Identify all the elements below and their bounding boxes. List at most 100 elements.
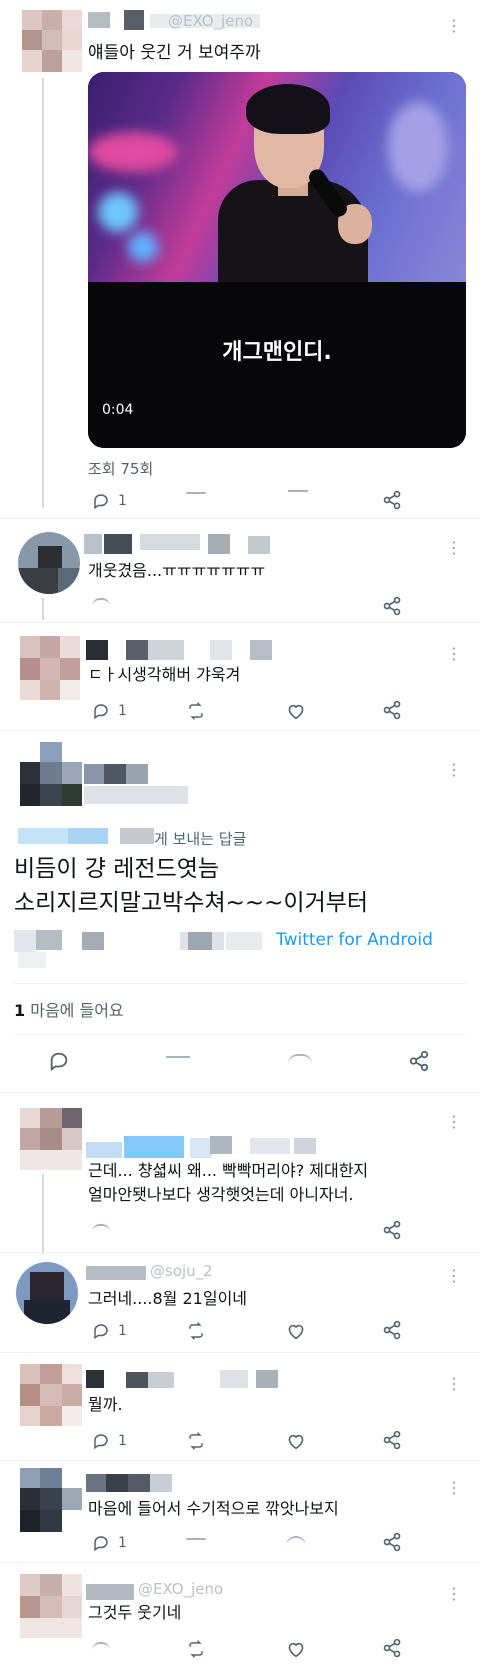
share-button[interactable] (382, 596, 402, 620)
tweet-text-line2: 소리지르지말고박수쳐~~~이거부터 (14, 890, 369, 916)
share-button[interactable] (382, 490, 402, 514)
reply-icon (94, 1434, 108, 1450)
like-button[interactable] (286, 1322, 306, 1344)
likes-summary[interactable]: 1 마음에 들어요 (14, 997, 124, 1021)
share-button[interactable] (382, 1532, 402, 1556)
reply-icon (94, 1324, 108, 1340)
share-icon (383, 596, 401, 616)
reply-button[interactable]: 1 (92, 702, 127, 720)
retweet-icon (189, 1432, 203, 1450)
share-button[interactable] (408, 1050, 430, 1076)
thread-line (42, 78, 44, 508)
reply-count: 1 (118, 493, 127, 509)
more-dots-icon[interactable]: ⋮ (446, 646, 462, 662)
avatar[interactable] (20, 636, 80, 700)
avatar[interactable] (20, 1574, 82, 1638)
share-icon (383, 490, 401, 510)
avatar[interactable] (20, 1108, 82, 1170)
retweet-icon (189, 1640, 203, 1658)
more-dots-icon[interactable]: ⋮ (446, 1114, 462, 1130)
more-dots-icon[interactable]: ⋮ (446, 1268, 462, 1284)
more-dots-icon[interactable]: ⋮ (446, 762, 462, 778)
more-dots-icon[interactable]: ⋮ (446, 18, 462, 34)
likes-count: 1 (14, 1001, 26, 1020)
more-dots-icon[interactable]: ⋮ (446, 1376, 462, 1392)
thread-line (42, 598, 44, 620)
tweet-text: 마음에 들어서 수기적으로 깎앗나보지 (88, 1499, 339, 1518)
like-button[interactable] (286, 1640, 306, 1662)
like-button[interactable] (286, 1536, 306, 1546)
like-button[interactable] (286, 702, 306, 724)
reply-button[interactable]: 1 (92, 1322, 127, 1340)
retweet-button[interactable] (186, 1432, 206, 1454)
reply-icon (94, 494, 108, 510)
like-button[interactable] (288, 1054, 312, 1064)
heart-icon (288, 1434, 304, 1450)
avatar[interactable] (18, 532, 80, 594)
divider (0, 1252, 480, 1253)
more-dots-icon[interactable]: ⋮ (446, 1586, 462, 1602)
divider (0, 1352, 480, 1353)
share-button[interactable] (382, 1430, 402, 1454)
share-icon (409, 1050, 429, 1072)
reply-icon[interactable] (92, 1642, 110, 1650)
reply-icon[interactable] (92, 598, 110, 606)
tweet-text: 개웃겼음...ㅠㅠㅠㅠㅠㅠㅠ (88, 561, 266, 580)
retweet-icon (189, 702, 203, 720)
retweet-button[interactable] (186, 492, 206, 500)
retweet-button[interactable] (186, 1322, 206, 1344)
divider (0, 1092, 480, 1093)
user-handle[interactable]: @soju_2 (150, 1262, 213, 1280)
share-icon (383, 1638, 401, 1658)
source-link[interactable]: Twitter for Android (276, 930, 433, 950)
avatar[interactable] (20, 1468, 82, 1532)
tweet-text: ㄷㅏ시생각해버 갸욱겨 (88, 665, 241, 684)
tweet-text-line2: 얼마안됏나보다 생각햇엇는데 아니자너. (88, 1185, 354, 1204)
retweet-button[interactable] (166, 1056, 190, 1064)
divider (0, 730, 480, 731)
share-button[interactable] (382, 1320, 402, 1344)
retweet-button[interactable] (186, 1538, 206, 1546)
divider (0, 1562, 480, 1563)
reply-count: 1 (118, 703, 127, 719)
divider (14, 983, 466, 984)
likes-label: 마음에 들어요 (30, 1001, 124, 1020)
video-player[interactable]: 개그맨인디. 0:04 (88, 72, 466, 448)
reply-button[interactable]: 1 (92, 1432, 127, 1450)
reply-button[interactable]: 1 (92, 492, 127, 510)
heart-icon (288, 1642, 304, 1658)
reply-button[interactable] (48, 1050, 70, 1076)
divider (0, 518, 480, 519)
share-button[interactable] (382, 700, 402, 724)
like-button[interactable] (286, 1432, 306, 1454)
heart-icon (288, 1324, 304, 1340)
share-icon (383, 700, 401, 720)
avatar[interactable] (20, 1364, 82, 1426)
share-icon (383, 1220, 401, 1240)
user-handle[interactable]: @EXO_jeno (168, 12, 253, 30)
reply-count: 1 (118, 1535, 127, 1551)
reply-icon (94, 1536, 108, 1552)
share-button[interactable] (382, 1220, 402, 1244)
more-dots-icon[interactable]: ⋮ (446, 540, 462, 556)
heart-icon (288, 704, 304, 720)
tweet-text: 뭘까. (88, 1395, 123, 1414)
like-button[interactable] (288, 490, 308, 504)
divider (0, 622, 480, 623)
avatar[interactable] (20, 742, 82, 806)
reply-button[interactable]: 1 (92, 1534, 127, 1552)
divider (0, 1460, 480, 1461)
tweet-text: 얘들아 웃긴 거 보여주까 (88, 43, 261, 63)
user-handle[interactable]: @EXO_jeno (138, 1580, 223, 1598)
view-count: 조회 75회 (88, 460, 154, 478)
avatar[interactable] (16, 1262, 78, 1324)
reply-icon[interactable] (92, 1224, 110, 1232)
reply-count: 1 (118, 1323, 127, 1339)
reply-icon (94, 704, 108, 720)
retweet-button[interactable] (186, 1640, 206, 1662)
share-button[interactable] (382, 1638, 402, 1662)
avatar[interactable] (22, 10, 82, 72)
video-duration: 0:04 (102, 402, 134, 418)
more-dots-icon[interactable]: ⋮ (446, 1480, 462, 1496)
retweet-button[interactable] (186, 702, 206, 724)
